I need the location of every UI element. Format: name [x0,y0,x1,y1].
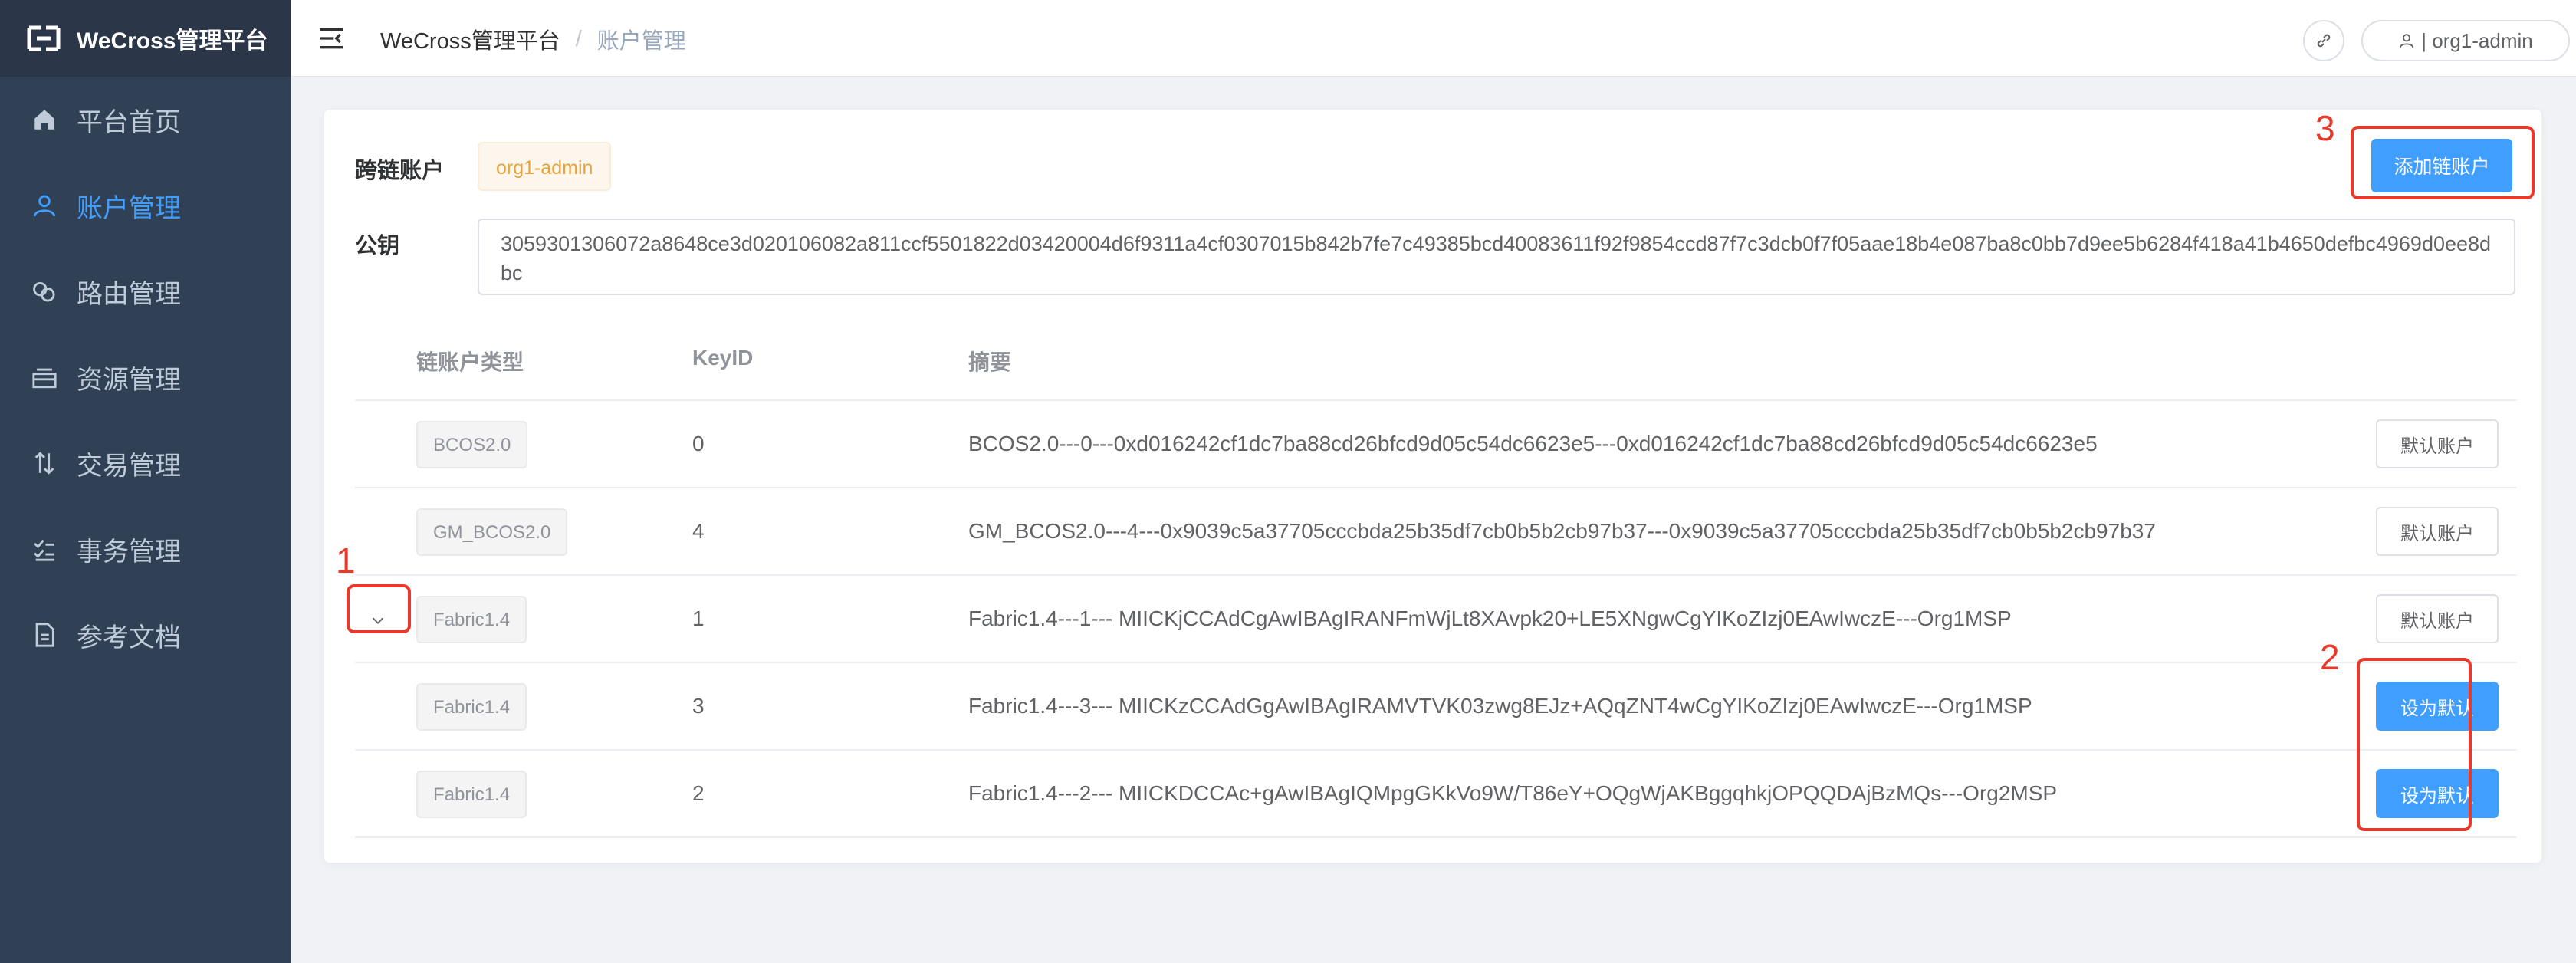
column-header-keyid: KeyID [692,346,754,370]
sidebar-item-label: 路由管理 [77,279,181,309]
keyid-cell: 4 [692,519,705,543]
default-account-button[interactable]: 默认账户 [2376,507,2499,556]
sidebar-toggle-icon[interactable] [316,23,347,54]
table-row: GM_BCOS2.0 4 GM_BCOS2.0---4---0x9039c5a3… [355,488,2517,576]
sidebar-item-docs[interactable]: 参考文档 [0,592,291,678]
user-name: | org1-admin [2421,28,2533,52]
sidebar-item-label: 账户管理 [77,193,181,223]
sidebar: WeCross管理平台 平台首页 账户管理 路由管理 资源管理 交易管理 事务管… [0,0,291,963]
home-icon [31,106,58,133]
sidebar-item-label: 交易管理 [77,451,181,481]
default-account-button[interactable]: 默认账户 [2376,419,2499,468]
column-header-type: 链账户类型 [416,350,524,374]
sidebar-item-label: 资源管理 [77,365,181,395]
chain-type-tag: Fabric1.4 [416,596,527,643]
brand[interactable]: WeCross管理平台 [0,0,291,77]
user-icon [2400,34,2414,48]
pubkey-label: 公钥 [355,234,400,258]
sidebar-item-home[interactable]: 平台首页 [0,77,291,163]
link-icon [2317,34,2331,48]
resource-icon [31,363,58,391]
wecross-logo-icon [27,25,61,51]
table-row: Fabric1.4 1 Fabric1.4---1--- MIICKjCCAdC… [355,576,2517,663]
sidebar-item-route[interactable]: 路由管理 [0,248,291,334]
sidebar-item-resource[interactable]: 资源管理 [0,334,291,420]
column-header-digest: 摘要 [968,350,1012,374]
keyid-cell: 2 [692,781,705,805]
chain-type-tag: Fabric1.4 [416,771,527,818]
breadcrumb: WeCross管理平台 / 账户管理 [380,23,686,55]
sidebar-item-transaction[interactable]: 交易管理 [0,420,291,506]
cross-chain-account-label: 跨链账户 [355,159,445,183]
sidebar-item-label: 参考文档 [77,623,181,652]
user-menu-button[interactable]: | org1-admin [2361,20,2570,61]
breadcrumb-home[interactable]: WeCross管理平台 [380,23,560,55]
table-header: 链账户类型 KeyID 摘要 [355,318,2517,401]
task-icon [31,535,58,563]
digest-cell: GM_BCOS2.0---4---0x9039c5a37705cccbda25b… [968,519,2156,543]
account-card: 跨链账户 org1-admin 添加链账户 公钥 3059301306072a8… [324,109,2542,863]
table-row: BCOS2.0 0 BCOS2.0---0---0xd016242cf1dc7b… [355,401,2517,488]
chain-type-tag: BCOS2.0 [416,421,528,468]
keyid-cell: 1 [692,606,705,630]
transaction-icon [31,449,58,477]
keyid-cell: 3 [692,694,705,718]
sidebar-item-label: 平台首页 [77,107,181,137]
chain-type-tag: Fabric1.4 [416,683,527,731]
digest-cell: Fabric1.4---2--- MIICKDCCAc+gAwIBAgIQMpg… [968,781,2058,805]
user-icon [31,192,58,219]
annotation-number-1: 1 [336,541,356,580]
annotation-number-2: 2 [2320,637,2340,677]
chain-account-table: 链账户类型 KeyID 摘要 BCOS2.0 0 BCOS2.0---0---0… [355,318,2517,838]
annotation-box-expand [347,584,411,633]
route-icon [31,278,58,305]
sidebar-item-label: 事务管理 [77,537,181,567]
keyid-cell: 0 [692,432,705,455]
annotation-number-3: 3 [2315,108,2335,148]
annotation-box-add-account [2351,126,2535,199]
sidebar-menu: 平台首页 账户管理 路由管理 资源管理 交易管理 事务管理 参考文档 [0,77,291,678]
chain-type-tag: GM_BCOS2.0 [416,508,568,556]
breadcrumb-current: 账户管理 [596,29,686,54]
link-button[interactable] [2303,20,2344,61]
digest-cell: BCOS2.0---0---0xd016242cf1dc7ba88cd26bfc… [968,432,2098,455]
digest-cell: Fabric1.4---3--- MIICKzCCAdGgAwIBAgIRAMV… [968,694,2032,718]
app-title: WeCross管理平台 [77,28,268,54]
table-row: Fabric1.4 3 Fabric1.4---3--- MIICKzCCAdG… [355,663,2517,751]
sidebar-item-account[interactable]: 账户管理 [0,163,291,248]
breadcrumb-separator: / [575,26,582,51]
default-account-button[interactable]: 默认账户 [2376,594,2499,643]
pubkey-field[interactable]: 3059301306072a8648ce3d020106082a811ccf55… [478,219,2515,295]
digest-cell: Fabric1.4---1--- MIICKjCCAdCgAwIBAgIRANF… [968,606,2012,630]
table-row: Fabric1.4 2 Fabric1.4---2--- MIICKDCCAc+… [355,751,2517,838]
navbar: WeCross管理平台 / 账户管理 | org1-admin [291,0,2576,77]
annotation-box-set-default [2357,658,2472,831]
sidebar-item-task[interactable]: 事务管理 [0,506,291,592]
document-icon [31,621,58,649]
account-tag: org1-admin [478,142,612,191]
